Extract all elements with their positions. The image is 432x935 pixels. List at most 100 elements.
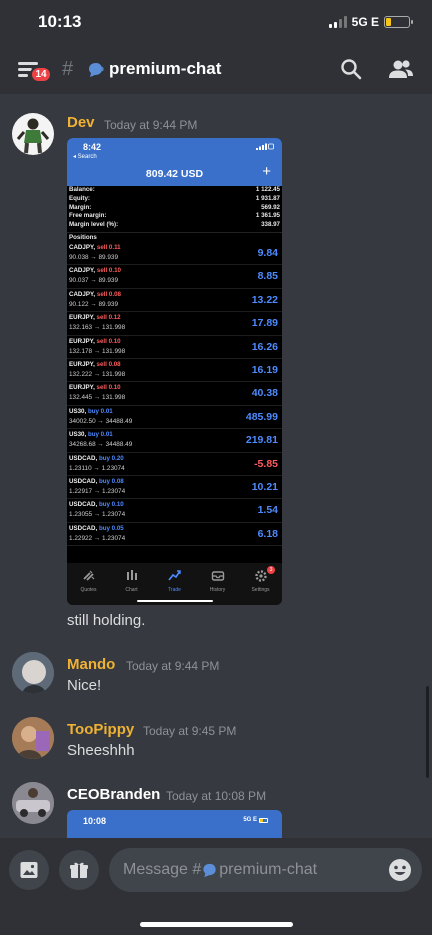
history-icon [211, 571, 224, 581]
position-symbol-text: USDCAD, [69, 477, 98, 485]
timestamp: Today at 10:08 PM [166, 789, 267, 803]
summary-value: 338.97 [261, 221, 280, 229]
tab-quotes[interactable]: Quotes [67, 563, 110, 605]
position-prices: 34002.50 → 34488.49 [69, 417, 133, 425]
position-row[interactable]: EURJPY, sell 0.10 132.445 → 131.998 40.38 [67, 382, 282, 406]
tab-history[interactable]: History [196, 563, 239, 605]
summary-label: Free margin: [69, 212, 107, 220]
position-row[interactable]: US30, buy 0.01 34002.50 → 34488.49 485.99 [67, 406, 282, 430]
network-label: 5G E [351, 15, 379, 29]
image-attachment[interactable]: 8:42 ◂ Search 809.42 USD + Balance: 1 122… [67, 138, 282, 605]
plus-icon: + [262, 163, 271, 180]
avatar[interactable] [12, 717, 54, 759]
position-row[interactable]: CADJPY, sell 0.10 90.037 → 89.939 8.85 [67, 265, 282, 289]
tab-trade[interactable]: Trade [153, 563, 196, 605]
position-symbol: EURJPY, sell 0.10 [69, 384, 121, 391]
position-profit: 219.81 [245, 434, 278, 447]
position-row[interactable]: EURJPY, sell 0.12 132.163 → 131.998 17.89 [67, 312, 282, 336]
position-prices: 90.038 → 89.939 [69, 253, 119, 261]
status-icons: 5G E [328, 15, 413, 29]
search-icon[interactable] [340, 58, 362, 80]
position-prices: 132.163 → 131.998 [69, 324, 126, 332]
position-prices: 1.23055 → 1.23074 [69, 511, 126, 519]
placeholder-channel: premium-chat [219, 861, 318, 878]
author-name[interactable]: Mando [67, 656, 115, 673]
image-icon [20, 862, 38, 878]
position-symbol-text: CADJPY, [69, 267, 96, 275]
message-text: Nice! [67, 677, 102, 694]
message-input[interactable]: Message # premium-chat [109, 848, 422, 892]
position-profit: 1.54 [257, 504, 278, 517]
members-icon[interactable] [388, 58, 414, 80]
position-row[interactable]: CADJPY, sell 0.11 90.038 → 89.939 9.84 [67, 242, 282, 266]
position-symbol-text: CADJPY, [69, 290, 96, 298]
avatar[interactable] [12, 113, 54, 155]
summary-label: Balance: [69, 186, 95, 193]
author-name[interactable]: Dev [67, 114, 95, 131]
quotes-icon [82, 570, 94, 581]
position-profit: 16.26 [251, 340, 278, 353]
tab-label: Chart [125, 587, 138, 593]
position-symbol-text: EURJPY, [69, 384, 95, 392]
avatar[interactable] [12, 652, 54, 694]
attachment-home-indicator [137, 599, 213, 602]
author-name[interactable]: TooPippy [67, 721, 134, 738]
position-row[interactable]: EURJPY, sell 0.10 132.178 → 131.998 16.26 [67, 336, 282, 359]
summary-row: Margin: 569.92 [69, 204, 280, 213]
status-time: 10:13 [38, 12, 82, 31]
position-symbol: USDCAD, buy 0.05 [69, 525, 124, 532]
position-row[interactable]: CADJPY, sell 0.08 90.122 → 89.939 13.22 [67, 289, 282, 313]
position-prices: 1.22922 → 1.23074 [69, 534, 126, 542]
position-side: buy 0.01 [87, 407, 113, 415]
position-profit: 6.18 [257, 527, 278, 540]
position-prices: 90.037 → 89.939 [69, 277, 119, 285]
position-row[interactable]: USDCAD, buy 0.20 1.23110 → 1.23074 -5.85 [67, 453, 282, 476]
tab-badge: 3 [267, 566, 275, 574]
summary-value: 1 931.87 [255, 194, 280, 202]
image-upload-button[interactable] [9, 850, 49, 890]
attachment-status-icons: 5G E [243, 817, 268, 823]
position-side: sell 0.10 [96, 337, 121, 345]
position-row[interactable]: USDCAD, buy 0.05 1.22922 → 1.23074 6.18 [67, 523, 282, 547]
position-symbol: EURJPY, sell 0.08 [69, 361, 121, 368]
position-side: buy 0.08 [98, 477, 124, 485]
position-symbol-text: EURJPY, [69, 314, 95, 322]
position-row[interactable]: US30, buy 0.01 34268.68 → 34488.49 219.81 [67, 429, 282, 453]
position-side: sell 0.11 [96, 243, 121, 251]
attachment-status-icons [256, 143, 274, 150]
positions-heading: Positions [67, 231, 282, 242]
author-name[interactable]: CEOBranden [67, 786, 160, 803]
position-profit: -5.85 [254, 457, 278, 470]
position-profit: 8.85 [257, 270, 278, 283]
position-prices: 1.22917 → 1.23074 [69, 487, 126, 495]
position-row[interactable]: EURJPY, sell 0.08 132.222 → 131.998 16.19 [67, 359, 282, 383]
position-symbol: EURJPY, sell 0.10 [69, 338, 121, 345]
avatar[interactable] [12, 782, 54, 824]
gift-button[interactable] [59, 850, 99, 890]
emoji-icon[interactable] [388, 858, 412, 882]
attachment-time: 10:08 [83, 816, 107, 826]
position-row[interactable]: USDCAD, buy 0.08 1.22917 → 1.23074 10.21 [67, 476, 282, 500]
position-side: sell 0.08 [96, 360, 121, 368]
message-text: still holding. [67, 612, 146, 629]
position-prices: 132.178 → 131.998 [69, 347, 126, 355]
position-symbol: USDCAD, buy 0.10 [69, 501, 124, 508]
channel-hash-icon: # [62, 58, 74, 80]
tab-settings[interactable]: Settings 3 [239, 563, 282, 605]
position-symbol-text: USDCAD, [69, 524, 98, 532]
summary-label: Equity: [69, 194, 90, 202]
speaking-head-icon [89, 63, 104, 77]
scrollbar[interactable] [426, 686, 429, 778]
gift-icon [70, 862, 88, 878]
placeholder-prefix: Message # [123, 861, 202, 878]
tab-chart[interactable]: Chart [110, 563, 153, 605]
position-symbol: US30, buy 0.01 [69, 408, 113, 415]
position-profit: 485.99 [245, 410, 278, 423]
position-symbol: CADJPY, sell 0.08 [69, 291, 121, 298]
chart-icon [126, 570, 137, 580]
position-symbol-text: USDCAD, [69, 454, 98, 462]
summary-row: Equity: 1 931.87 [69, 195, 280, 204]
position-row[interactable]: USDCAD, buy 0.10 1.23055 → 1.23074 1.54 [67, 499, 282, 523]
position-profit: 13.22 [251, 293, 278, 306]
position-profit: 9.84 [257, 246, 278, 259]
